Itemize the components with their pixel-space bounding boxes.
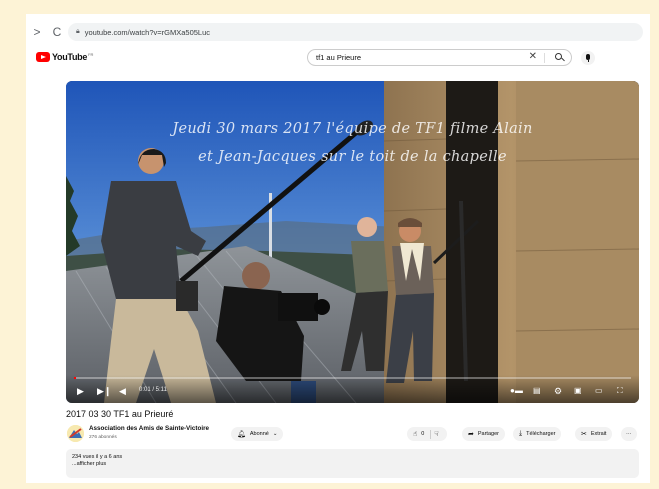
fullscreen-icon[interactable]: ⛶ xyxy=(617,386,623,396)
video-caption-line2: et Jean-Jacques sur le toit de la chapel… xyxy=(198,149,507,165)
description-box[interactable]: 234 vues il y a 6 ans ...afficher plus xyxy=(66,449,639,478)
scissors-icon: ✂︎ xyxy=(581,431,587,438)
url-text: youtube.com/watch?v=rGMXa505Luc xyxy=(84,27,211,37)
next-icon[interactable]: ▶❙ xyxy=(97,386,111,396)
share-button[interactable]: ➦ Partager xyxy=(462,427,505,441)
channel-logo-icon xyxy=(67,425,84,442)
address-bar[interactable]: 🔒︎ youtube.com/watch?v=rGMXa505Luc xyxy=(68,23,643,41)
microphone-icon[interactable] xyxy=(581,51,595,65)
subscribed-label: Abonné xyxy=(249,431,269,437)
download-icon: ⤓ xyxy=(519,430,523,437)
youtube-header: YouTube FR tf1 au Prieure ✕ xyxy=(26,48,650,70)
channel-name[interactable]: Association des Amis de Sainte-Victoire xyxy=(89,425,209,432)
logo-region: FR xyxy=(88,51,94,57)
bell-icon: 🔔︎ xyxy=(237,431,246,438)
download-button[interactable]: ⤓ Télécharger xyxy=(513,427,562,441)
like-button[interactable]: ☝︎ 0 ☟︎ xyxy=(407,427,447,441)
search-input[interactable]: tf1 au Prieure ✕ xyxy=(307,49,572,66)
time-display: 0:01 / 5:11 xyxy=(139,387,167,393)
youtube-play-icon xyxy=(36,52,50,62)
more-actions-button[interactable]: ··· xyxy=(621,427,637,441)
browser-toolbar: > C 🔒︎ youtube.com/watch?v=rGMXa505Luc xyxy=(26,22,650,42)
clip-button[interactable]: ✂︎ Extrait xyxy=(575,427,613,441)
like-divider xyxy=(430,429,432,439)
more-icon: ··· xyxy=(626,431,632,437)
search-icon[interactable] xyxy=(555,53,562,60)
lock-icon: 🔒︎ xyxy=(76,28,80,35)
show-more-link[interactable]: ...afficher plus xyxy=(72,461,633,468)
autoplay-toggle-icon[interactable]: ●▬ xyxy=(510,386,523,396)
settings-icon[interactable]: ⚙ xyxy=(554,386,562,396)
progress-bar[interactable] xyxy=(74,377,631,379)
miniplayer-icon[interactable]: ▣ xyxy=(574,386,582,396)
share-label: Partager xyxy=(477,431,499,437)
volume-icon[interactable]: ◀ xyxy=(119,386,126,396)
video-title: 2017 03 30 TF1 au Prieuré xyxy=(66,409,174,419)
clip-label: Extrait xyxy=(590,431,607,437)
thumb-down-icon[interactable]: ☟︎ xyxy=(434,430,438,438)
video-caption-line1: Jeudi 30 mars 2017 l'équipe de TF1 filme… xyxy=(172,121,533,137)
player-controls: ▶ ▶❙ ◀ 0:01 / 5:11 ●▬ ▤ ⚙ ▣ ▭ ⛶ xyxy=(66,375,639,403)
chevron-down-icon: ⌄ xyxy=(272,431,278,437)
share-icon: ➦ xyxy=(468,431,474,438)
channel-avatar[interactable] xyxy=(67,425,84,442)
theater-mode-icon[interactable]: ▭ xyxy=(595,386,603,396)
like-count: 0 xyxy=(421,431,425,437)
views-line: 234 vues il y a 6 ans xyxy=(72,454,123,460)
browser-window: > C 🔒︎ youtube.com/watch?v=rGMXa505Luc Y… xyxy=(26,14,650,483)
subscriber-count: 276 abonnés xyxy=(89,435,117,440)
logo-text: YouTube xyxy=(52,52,88,62)
reload-button[interactable]: C xyxy=(50,25,64,39)
download-label: Télécharger xyxy=(526,431,556,437)
back-button[interactable]: > xyxy=(30,25,44,39)
video-player[interactable]: Jeudi 30 mars 2017 l'équipe de TF1 filme… xyxy=(66,81,639,403)
progress-fill xyxy=(74,377,77,379)
search-query: tf1 au Prieure xyxy=(316,53,362,62)
subscribed-button[interactable]: 🔔︎ Abonné ⌄ xyxy=(231,427,284,441)
subtitles-icon[interactable]: ▤ xyxy=(533,386,541,396)
youtube-logo[interactable]: YouTube FR xyxy=(36,52,93,62)
play-icon[interactable]: ▶ xyxy=(77,386,84,396)
thumb-up-icon: ☝︎ xyxy=(413,431,418,438)
clear-search-icon[interactable]: ✕ xyxy=(529,51,537,62)
search-divider xyxy=(544,53,545,63)
